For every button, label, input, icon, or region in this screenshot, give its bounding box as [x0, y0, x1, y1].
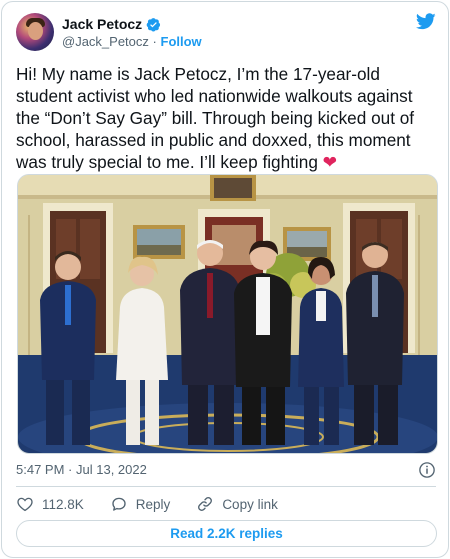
- tweet-text: Hi! My name is Jack Petocz, I’m the 17-y…: [16, 63, 440, 174]
- name-row: Jack Petocz: [62, 16, 161, 32]
- action-bar: 112.8K Reply Copy link: [16, 494, 304, 514]
- tweet-card: Jack Petocz @Jack_Petocz · Follow Hi! My…: [1, 1, 449, 558]
- like-count: 112.8K: [42, 496, 84, 512]
- tweet-header: Jack Petocz @Jack_Petocz · Follow: [16, 13, 436, 53]
- display-name[interactable]: Jack Petocz: [62, 16, 142, 32]
- tweet-body: Hi! My name is Jack Petocz, I’m the 17-y…: [16, 64, 415, 172]
- avatar[interactable]: [16, 13, 54, 51]
- reply-button[interactable]: Reply: [110, 495, 171, 513]
- avatar-face: [28, 22, 43, 40]
- handle[interactable]: @Jack_Petocz: [62, 34, 149, 49]
- date-separator: ·: [68, 462, 73, 477]
- copy-link-button[interactable]: Copy link: [196, 495, 278, 513]
- copy-link-label: Copy link: [222, 496, 278, 512]
- reply-label: Reply: [135, 496, 171, 512]
- heart-icon: [17, 497, 33, 512]
- tweet-date[interactable]: Jul 13, 2022: [76, 462, 147, 477]
- link-icon: [198, 497, 213, 511]
- tweet-time[interactable]: 5:47 PM: [16, 462, 64, 477]
- twitter-bird-icon[interactable]: [416, 13, 436, 30]
- info-icon[interactable]: [418, 461, 436, 479]
- follow-link[interactable]: Follow: [161, 34, 202, 49]
- group-photo-illustration: [18, 175, 437, 453]
- like-button[interactable]: 112.8K: [16, 495, 84, 513]
- tweet-photo[interactable]: [17, 174, 438, 454]
- handle-separator: ·: [152, 34, 157, 49]
- divider: [16, 486, 436, 487]
- read-replies-button[interactable]: Read 2.2K replies: [16, 520, 437, 547]
- tweet-meta: 5:47 PM · Jul 13, 2022: [16, 462, 436, 480]
- handle-row: @Jack_Petocz · Follow: [62, 34, 202, 49]
- verified-badge-icon: [146, 17, 161, 31]
- red-heart-emoji-icon: ❤: [322, 153, 338, 173]
- speech-bubble-icon: [112, 497, 126, 511]
